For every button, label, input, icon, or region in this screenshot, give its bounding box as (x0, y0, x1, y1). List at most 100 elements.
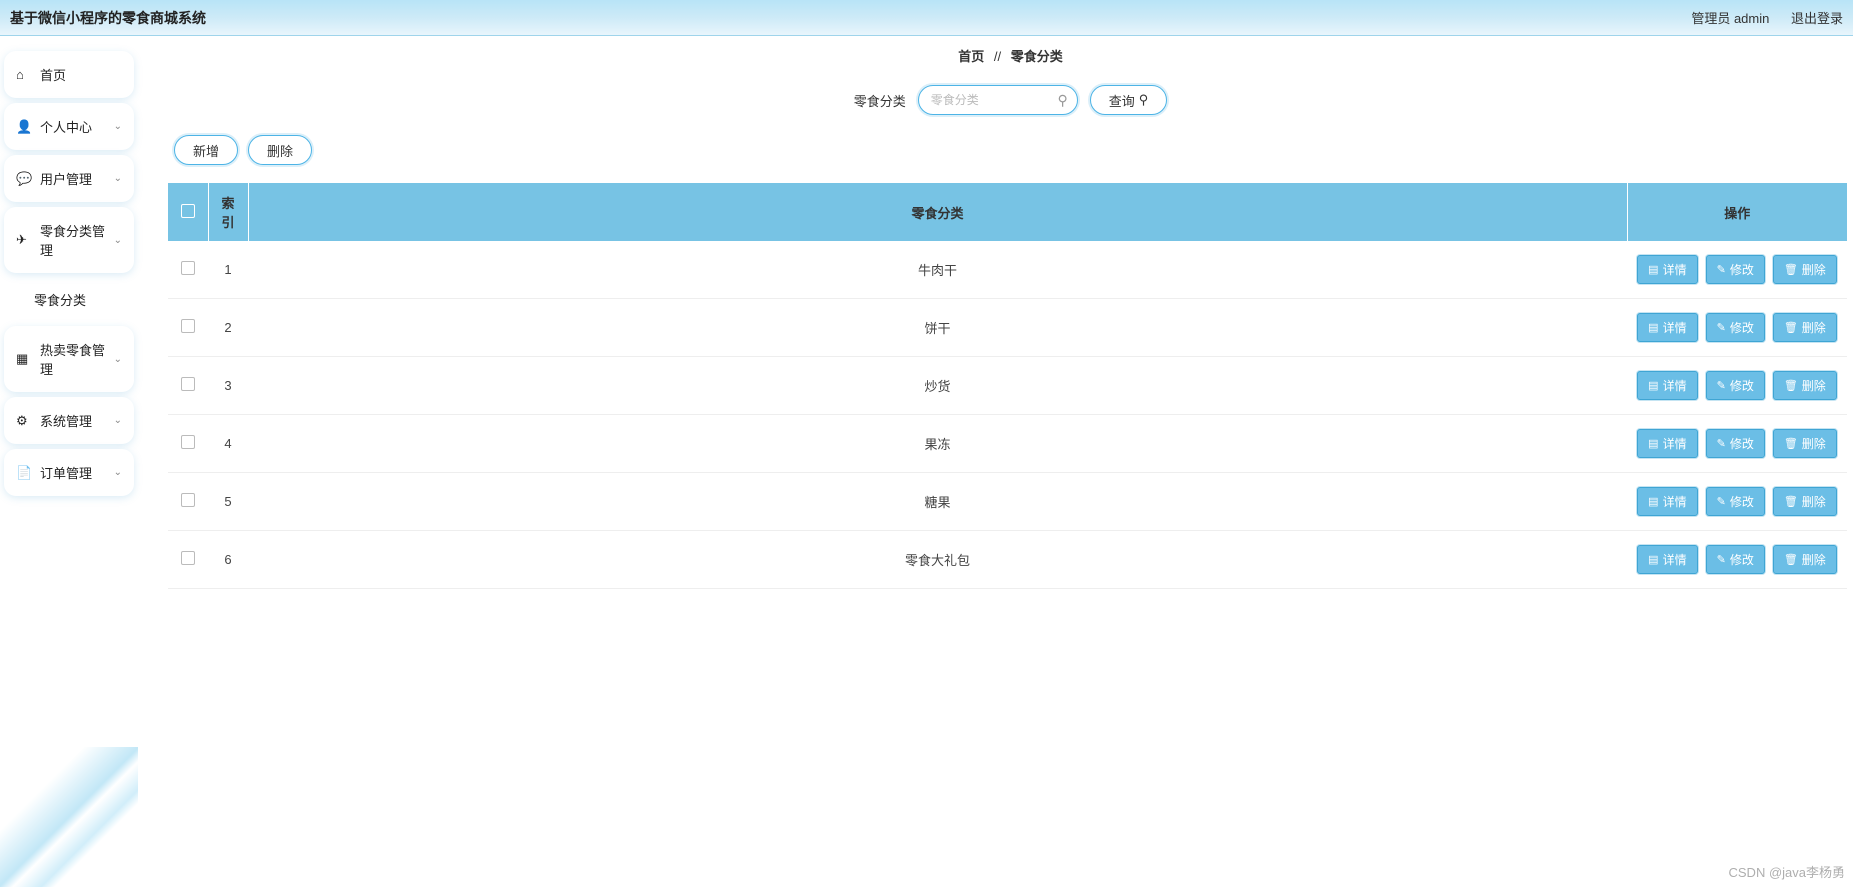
sidebar-item-label: 订单管理 (40, 463, 114, 482)
chevron-down-icon: ⌄ (114, 235, 122, 246)
row-checkbox[interactable] (181, 435, 195, 449)
cell-category: 饼干 (248, 299, 1627, 357)
table-row: 3炒货 ▤详情 ✎修改 🗑删除 (168, 357, 1847, 415)
edit-button[interactable]: ✎修改 (1706, 487, 1765, 516)
detail-button[interactable]: ▤详情 (1637, 313, 1697, 342)
table-row: 2饼干▤详情✎修改🗑删除 (168, 299, 1847, 357)
topbar: 基于微信小程序的零食商城系统 管理员 admin 退出登录 (0, 0, 1853, 36)
search-icon: ⚲ (1139, 92, 1149, 108)
sidebar-item-label: 热卖零食管理 (40, 340, 114, 378)
cell-index: 5 (208, 473, 248, 531)
edit-button[interactable]: ✎修改 (1706, 371, 1765, 400)
search-wrap: ⚲ (918, 85, 1078, 115)
sidebar-item-users[interactable]: 💬 用户管理 ⌄ (4, 155, 134, 202)
edit-button[interactable]: ✎修改 (1706, 255, 1765, 284)
sidebar-item-system[interactable]: ⚙ 系统管理 ⌄ (4, 397, 134, 444)
row-checkbox[interactable] (181, 319, 195, 333)
cell-index: 4 (208, 415, 248, 473)
chevron-down-icon: ⌄ (114, 467, 122, 478)
row-delete-button[interactable]: 🗑删除 (1773, 487, 1837, 516)
row-delete-button[interactable]: 🗑删除 (1773, 545, 1837, 574)
detail-button[interactable]: ▤详情 (1637, 371, 1697, 400)
row-delete-button[interactable]: 🗑删除 (1773, 255, 1837, 284)
breadcrumb-current: 零食分类 (1011, 49, 1063, 64)
sidebar-item-label: 系统管理 (40, 411, 114, 430)
sidebar-item-profile[interactable]: 👤 个人中心 ⌄ (4, 103, 134, 150)
trash-icon: 🗑 (1784, 379, 1798, 392)
toolbar: 新增 删除 (168, 135, 1853, 183)
sidebar-item-label: 零食分类管理 (40, 221, 114, 259)
sidebar-item-orders[interactable]: 📄 订单管理 ⌄ (4, 449, 134, 496)
user-icon: 👤 (16, 119, 32, 135)
row-checkbox[interactable] (181, 377, 195, 391)
cell-index: 6 (208, 531, 248, 589)
search-input[interactable] (918, 85, 1078, 115)
table-row: 4果冻▤详情✎修改🗑删除 (168, 415, 1847, 473)
document-icon: ▤ (1648, 379, 1658, 392)
document-icon: ▤ (1648, 437, 1658, 450)
search-icon: ⚲ (1057, 92, 1067, 109)
edit-button[interactable]: ✎修改 (1706, 545, 1765, 574)
logout-link[interactable]: 退出登录 (1791, 11, 1843, 26)
cell-category: 牛肉干 (248, 241, 1627, 299)
table-row: 5糖果 ▤详情 ✎修改 🗑删除 (168, 473, 1847, 531)
send-icon: ✈ (16, 232, 32, 248)
data-table: 索引 零食分类 操作 1牛肉干▤详情✎修改🗑删除2饼干▤详情✎修改🗑删除3炒货▤… (168, 183, 1847, 589)
sidebar-item-category[interactable]: ✈ 零食分类管理 ⌄ (4, 207, 134, 273)
cell-index: 3 (208, 357, 248, 415)
edit-icon: ✎ (1717, 437, 1726, 450)
row-delete-button[interactable]: 🗑删除 (1773, 371, 1837, 400)
main-content: 首页 // 零食分类 零食分类 ⚲ 查询 ⚲ 新增 删除 索引 (138, 36, 1853, 887)
edit-icon: ✎ (1717, 553, 1726, 566)
document-icon: ▤ (1648, 495, 1658, 508)
row-checkbox[interactable] (181, 493, 195, 507)
chevron-down-icon: ⌄ (114, 415, 122, 426)
sidebar-decoration (0, 747, 138, 887)
detail-button[interactable]: ▤详情 (1637, 255, 1697, 284)
header-category: 零食分类 (248, 183, 1627, 241)
checkbox-all[interactable] (181, 204, 195, 218)
sidebar-subitem-category[interactable]: 零食分类 (0, 278, 138, 321)
chevron-down-icon: ⌄ (114, 173, 122, 184)
cell-category: 零食大礼包 (248, 531, 1627, 589)
trash-icon: 🗑 (1784, 437, 1798, 450)
detail-button[interactable]: ▤详情 (1637, 487, 1697, 516)
query-button[interactable]: 查询 ⚲ (1090, 85, 1168, 115)
header-checkbox (168, 183, 208, 241)
sidebar-item-label: 首页 (40, 65, 122, 84)
detail-button[interactable]: ▤详情 (1637, 429, 1697, 458)
user-label[interactable]: 管理员 admin (1691, 11, 1769, 26)
trash-icon: 🗑 (1784, 263, 1798, 276)
cell-category: 炒货 (248, 357, 1627, 415)
edit-icon: ✎ (1717, 495, 1726, 508)
row-delete-button[interactable]: 🗑删除 (1773, 313, 1837, 342)
home-icon: ⌂ (16, 67, 32, 82)
row-checkbox[interactable] (181, 551, 195, 565)
query-button-label: 查询 (1109, 91, 1135, 110)
document-icon: 📄 (16, 465, 32, 481)
table-row: 1牛肉干▤详情✎修改🗑删除 (168, 241, 1847, 299)
topbar-right: 管理员 admin 退出登录 (1673, 8, 1843, 27)
cell-category: 糖果 (248, 473, 1627, 531)
grid-icon: ▦ (16, 351, 32, 367)
add-button[interactable]: 新增 (174, 135, 238, 165)
sidebar-item-home[interactable]: ⌂ 首页 (4, 51, 134, 98)
trash-icon: 🗑 (1784, 553, 1798, 566)
edit-icon: ✎ (1717, 321, 1726, 334)
edit-icon: ✎ (1717, 263, 1726, 276)
sidebar-item-hot[interactable]: ▦ 热卖零食管理 ⌄ (4, 326, 134, 392)
delete-button[interactable]: 删除 (248, 135, 312, 165)
detail-button[interactable]: ▤详情 (1637, 545, 1697, 574)
trash-icon: 🗑 (1784, 321, 1798, 334)
document-icon: ▤ (1648, 321, 1658, 334)
sidebar: ⌂ 首页 👤 个人中心 ⌄ 💬 用户管理 ⌄ ✈ 零食分类管理 ⌄ 零食分类 ▦… (0, 36, 138, 887)
breadcrumb-home[interactable]: 首页 (958, 49, 984, 64)
edit-button[interactable]: ✎修改 (1706, 313, 1765, 342)
row-checkbox[interactable] (181, 261, 195, 275)
table-row: 6零食大礼包 ▤详情 ✎修改 🗑删除 (168, 531, 1847, 589)
edit-button[interactable]: ✎修改 (1706, 429, 1765, 458)
header-ops: 操作 (1627, 183, 1847, 241)
row-delete-button[interactable]: 🗑删除 (1773, 429, 1837, 458)
header-index: 索引 (208, 183, 248, 241)
app-title: 基于微信小程序的零食商城系统 (10, 8, 206, 28)
